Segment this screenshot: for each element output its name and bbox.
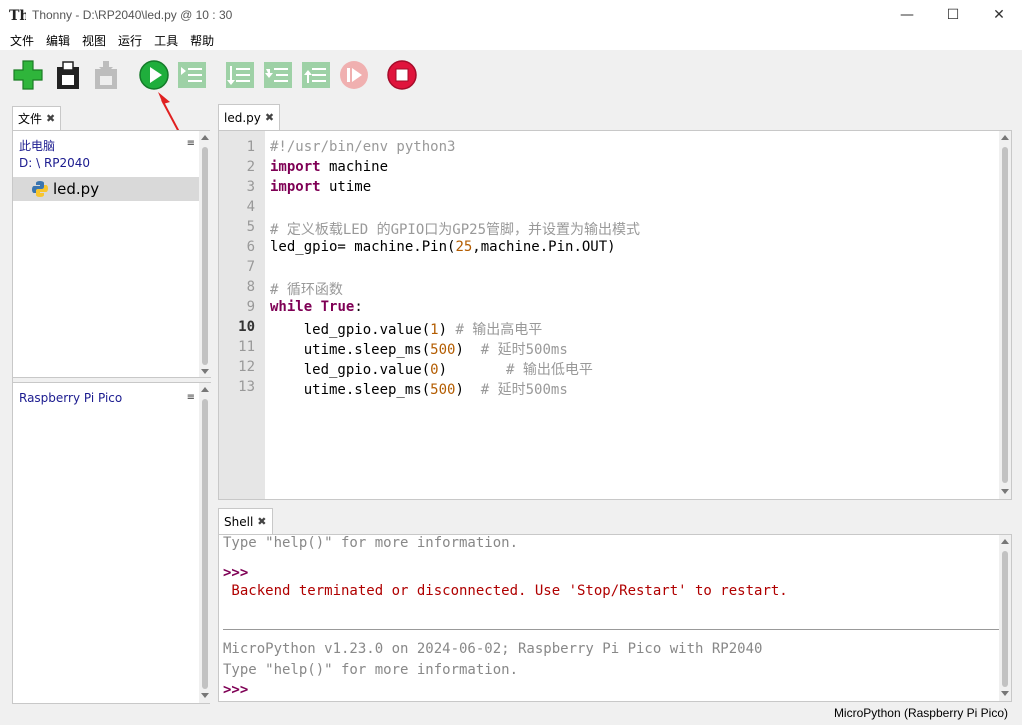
files-panel: 此电脑 ≡ D: \ RP2040 led.py Raspberry Pi Pi… <box>12 130 211 704</box>
close-icon[interactable]: ✖ <box>257 515 266 528</box>
device-label[interactable]: Raspberry Pi Pico <box>13 391 199 405</box>
title-bar: Th Thonny - D:\RP2040\led.py @ 10 : 30 —… <box>0 0 1022 30</box>
tab-files[interactable]: 文件 ✖ <box>12 106 62 130</box>
load-button[interactable] <box>90 59 122 91</box>
debug-button[interactable] <box>176 59 208 91</box>
this-pc-label[interactable]: 此电脑 <box>13 137 199 154</box>
tab-editor-label: led.py <box>224 110 261 125</box>
line-number: 3 <box>246 179 255 195</box>
run-button[interactable] <box>138 59 170 91</box>
svg-text:Th: Th <box>9 8 26 24</box>
code-line-13: utime.sleep_ms(500) # 延时500ms <box>270 382 568 398</box>
line-number-gutter: 1 2 3 4 5 6 7 8 9 10 11 12 13 <box>219 131 265 499</box>
line-number: 12 <box>238 359 255 375</box>
load-icon <box>95 61 117 89</box>
status-bar: MicroPython (Raspberry Pi Pico) <box>0 704 1022 725</box>
files-scrollbar[interactable] <box>199 131 211 377</box>
close-icon[interactable]: ✖ <box>265 111 274 124</box>
menu-edit[interactable]: 编辑 <box>40 32 76 49</box>
code-line-2: import machine <box>270 159 389 175</box>
close-icon[interactable]: ✖ <box>46 112 55 125</box>
editor-scrollbar[interactable] <box>999 131 1011 499</box>
thonny-logo-icon: Th <box>9 8 26 24</box>
line-number: 2 <box>246 159 255 175</box>
maximize-button[interactable]: ☐ <box>930 0 976 30</box>
line-number: 1 <box>246 139 255 155</box>
new-icon <box>13 60 43 90</box>
step-over-icon <box>226 62 254 88</box>
menu-view[interactable]: 视图 <box>76 32 112 49</box>
current-line-number: 10 <box>238 319 255 335</box>
step-into-icon <box>264 62 292 88</box>
device-scrollbar[interactable] <box>199 383 211 703</box>
file-name: led.py <box>53 180 100 198</box>
stop-icon <box>387 60 417 90</box>
line-number: 13 <box>238 379 255 395</box>
code-line-11: utime.sleep_ms(500) # 延时500ms <box>270 342 568 358</box>
code-line-3: import utime <box>270 179 372 195</box>
code-line-1: #!/usr/bin/env python3 <box>270 139 456 155</box>
code-line-8: # 循环函数 <box>270 282 343 298</box>
code-line-6: led_gpio= machine.Pin(25,machine.Pin.OUT… <box>270 239 616 255</box>
code-editor[interactable]: 1 2 3 4 5 6 7 8 9 10 11 12 13 #!/usr/bin… <box>218 130 1012 500</box>
code-line-10: led_gpio.value(1) # 输出高电平 <box>270 322 543 338</box>
step-out-button[interactable] <box>300 59 332 91</box>
shell-scrollbar[interactable] <box>999 535 1011 701</box>
menu-file[interactable]: 文件 <box>4 32 40 49</box>
menu-run[interactable]: 运行 <box>112 32 148 49</box>
code-line-12: led_gpio.value(0) # 输出低电平 <box>270 362 593 378</box>
resume-button[interactable] <box>338 59 370 91</box>
shell-input-prompt[interactable]: >>> <box>223 682 248 698</box>
line-number: 5 <box>246 219 255 235</box>
stop-button[interactable] <box>386 59 418 91</box>
current-path[interactable]: D: \ RP2040 <box>13 156 199 170</box>
line-number: 11 <box>238 339 255 355</box>
step-over-button[interactable] <box>224 59 256 91</box>
menu-tools[interactable]: 工具 <box>148 32 184 49</box>
python-file-icon <box>32 181 48 197</box>
code-line-5: # 定义板载LED 的GPIO口为GP25管脚，并设置为输出模式 <box>270 222 641 238</box>
debug-icon <box>178 62 206 88</box>
shell-console[interactable]: Type "help()" for more information. >>> … <box>218 534 1012 702</box>
this-pc-section: 此电脑 ≡ D: \ RP2040 <box>13 137 199 377</box>
resume-icon <box>340 61 368 89</box>
tab-editor-led[interactable]: led.py ✖ <box>218 104 281 130</box>
file-row-led[interactable]: led.py <box>13 177 199 201</box>
line-number: 6 <box>246 239 255 255</box>
new-file-button[interactable] <box>12 59 44 91</box>
shell-help-line-2: Type "help()" for more information. <box>223 662 519 678</box>
toolbar <box>0 50 1022 100</box>
menu-bar: 文件 编辑 视图 运行 工具 帮助 <box>0 30 1022 50</box>
menu-help[interactable]: 帮助 <box>184 32 220 49</box>
line-number: 7 <box>246 259 255 275</box>
run-icon <box>139 60 169 90</box>
tab-shell[interactable]: Shell ✖ <box>218 508 273 534</box>
window-title: Thonny - D:\RP2040\led.py @ 10 : 30 <box>32 8 233 22</box>
save-icon <box>57 61 79 89</box>
shell-prompt: >>> <box>223 565 249 581</box>
step-out-icon <box>302 62 330 88</box>
save-button[interactable] <box>52 59 84 91</box>
line-number: 8 <box>246 279 255 295</box>
tab-files-label: 文件 <box>18 112 43 126</box>
device-section: Raspberry Pi Pico ≡ <box>13 391 199 691</box>
line-number: 4 <box>246 199 255 215</box>
tab-shell-label: Shell <box>224 514 254 529</box>
panel-menu-icon[interactable]: ≡ <box>187 138 195 149</box>
shell-version-line: MicroPython v1.23.0 on 2024-06-02; Raspb… <box>223 641 763 657</box>
shell-help-line: Type "help()" for more information. <box>223 535 519 551</box>
step-into-button[interactable] <box>262 59 294 91</box>
panel-splitter[interactable] <box>13 377 211 383</box>
line-number: 9 <box>246 299 255 315</box>
code-line-9: while True: <box>270 299 363 315</box>
minimize-button[interactable]: — <box>884 0 930 30</box>
shell-error-message: Backend terminated or disconnected. Use … <box>223 583 788 599</box>
shell-separator <box>223 629 999 630</box>
interpreter-selector[interactable]: MicroPython (Raspberry Pi Pico) <box>834 706 1008 720</box>
close-window-button[interactable]: ✕ <box>976 0 1022 30</box>
device-menu-icon[interactable]: ≡ <box>187 392 195 403</box>
